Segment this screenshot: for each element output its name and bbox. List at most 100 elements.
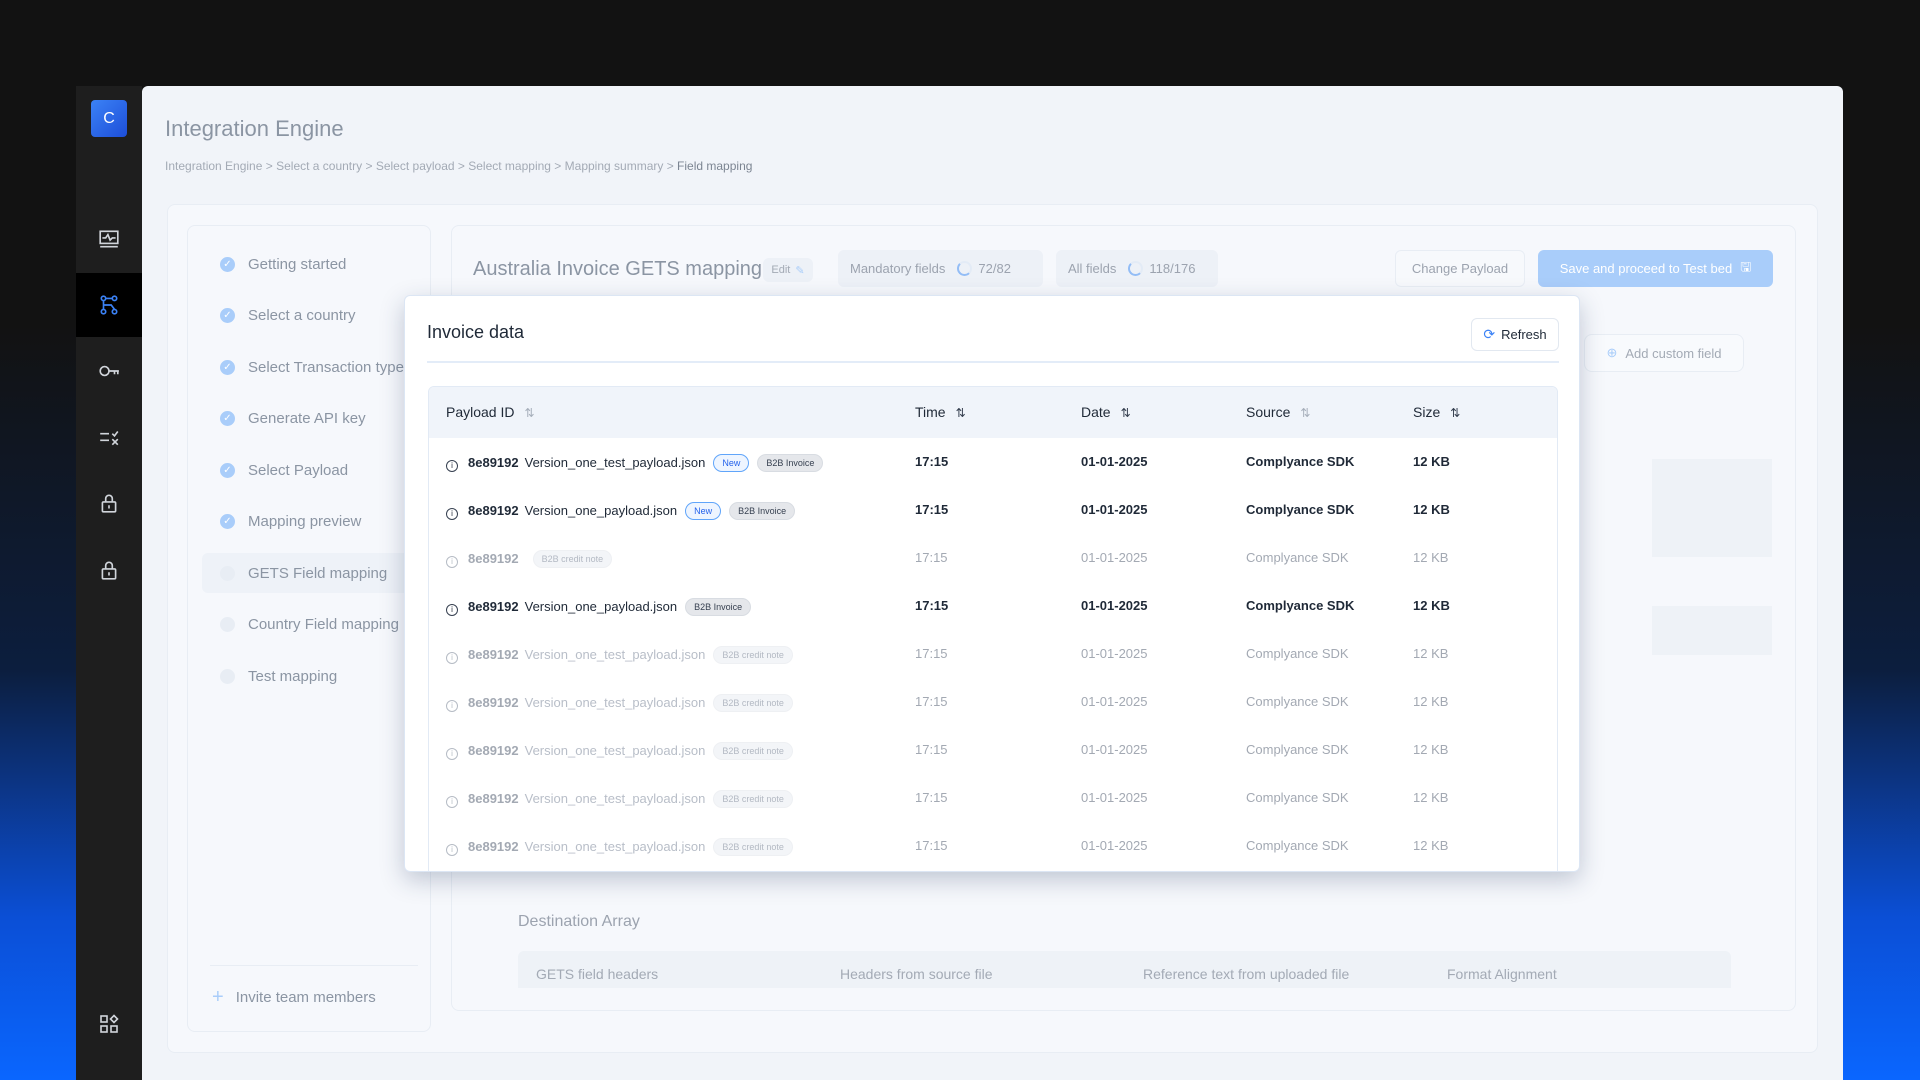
- source-cell: Complyance SDK: [1246, 502, 1355, 517]
- icon-rail: C: [76, 86, 142, 1080]
- tag-badge: New: [685, 502, 722, 520]
- add-custom-label: Add custom field: [1625, 345, 1722, 361]
- edit-label: Edit: [771, 264, 791, 276]
- all-value: 118/176: [1149, 261, 1196, 276]
- workflow-icon[interactable]: [76, 273, 142, 337]
- sort-icon[interactable]: ⇅: [1300, 406, 1310, 420]
- checklist-icon[interactable]: [76, 405, 142, 469]
- step-label: Getting started: [248, 255, 347, 273]
- info-icon[interactable]: i: [446, 700, 458, 712]
- size-cell: 12 KB: [1413, 598, 1450, 613]
- key-icon[interactable]: [76, 339, 142, 403]
- apps-grid-icon[interactable]: [76, 992, 142, 1056]
- destination-title: Destination Array: [518, 913, 640, 930]
- breadcrumb-item[interactable]: Mapping summary: [565, 159, 664, 173]
- breadcrumb-item[interactable]: Select payload: [376, 159, 455, 173]
- step-getting-started[interactable]: ✓ Getting started: [220, 244, 450, 284]
- tag-badge: B2B credit note: [532, 550, 613, 568]
- breadcrumb-item[interactable]: Integration Engine: [165, 159, 262, 173]
- col-date[interactable]: Date ⇅: [1081, 404, 1131, 420]
- add-custom-field-button[interactable]: ⊕ Add custom field: [1584, 334, 1744, 372]
- payload-name: Version_one_test_payload.json: [524, 455, 706, 470]
- dest-col: GETS field headers: [536, 966, 659, 982]
- sort-icon[interactable]: ⇅: [524, 406, 534, 420]
- date-cell: 01-01-2025: [1081, 454, 1148, 469]
- save-proceed-button[interactable]: Save and proceed to Test bed 🖫: [1538, 250, 1773, 287]
- col-source[interactable]: Source ⇅: [1246, 404, 1310, 420]
- table-header: Payload ID ⇅ Time ⇅ Date ⇅ Source ⇅ Size ⇅: [429, 387, 1557, 438]
- source-cell: Complyance SDK: [1246, 838, 1349, 853]
- info-icon[interactable]: i: [446, 460, 458, 472]
- lock-icon[interactable]: [76, 471, 142, 535]
- sort-icon[interactable]: ⇅: [1121, 406, 1131, 420]
- table-row[interactable]: i 8e89192 Version_one_payload.json New B2B I…: [429, 486, 1557, 534]
- breadcrumb-current: Field mapping: [677, 159, 753, 173]
- col-time[interactable]: Time ⇅: [915, 404, 966, 420]
- info-icon[interactable]: i: [446, 748, 458, 760]
- col-label: Time: [915, 404, 946, 420]
- breadcrumb-item[interactable]: Select a country: [276, 159, 362, 173]
- payload-cell: i 8e89192 Version_one_test_payload.json B2B…: [446, 838, 793, 856]
- tag-badge: B2B Invoice: [685, 598, 752, 616]
- empty-circle-icon: [220, 617, 235, 632]
- source-cell: Complyance SDK: [1246, 454, 1355, 469]
- breadcrumb-item[interactable]: Select mapping: [468, 159, 551, 173]
- breadcrumb: Integration Engine > Select a country > …: [165, 159, 753, 173]
- step-label: Mapping preview: [248, 513, 362, 530]
- table-row: i 8e89192 Version_one_test_payload.json B2B…: [429, 822, 1557, 870]
- payload-id: 8e89192: [468, 599, 519, 614]
- date-cell: 01-01-2025: [1081, 838, 1148, 853]
- source-cell: Complyance SDK: [1246, 790, 1349, 805]
- info-icon[interactable]: i: [446, 604, 458, 616]
- payload-name: Version_one_test_payload.json: [524, 791, 706, 806]
- info-icon[interactable]: i: [446, 556, 458, 568]
- invite-label: Invite team members: [235, 988, 376, 1006]
- dest-col: Format Alignment: [1447, 966, 1557, 982]
- payload-cell: i 8e89192 Version_one_test_payload.json B2B…: [446, 790, 793, 808]
- table-row: i 8e89192 Version_one_test_payload.json B2B…: [429, 630, 1557, 678]
- tag-badge: B2B credit note: [713, 646, 793, 664]
- info-icon[interactable]: i: [446, 796, 458, 808]
- app-logo[interactable]: C: [91, 100, 127, 137]
- payload-cell: i 8e89192 B2B credit note: [446, 550, 613, 568]
- info-icon[interactable]: i: [446, 508, 458, 520]
- payload-name: Version_one_test_payload.json: [524, 647, 706, 662]
- mandatory-value: 72/82: [978, 261, 1011, 276]
- refresh-label: Refresh: [1501, 327, 1547, 342]
- lock-icon[interactable]: [76, 538, 142, 602]
- table-row[interactable]: i 8e89192 Version_one_test_payload.json New…: [429, 438, 1557, 486]
- time-cell: 17:15: [915, 646, 948, 661]
- mandatory-label: Mandatory fields: [850, 261, 946, 276]
- plus-icon: +: [212, 985, 224, 1008]
- size-cell: 12 KB: [1413, 742, 1449, 757]
- col-size[interactable]: Size ⇅: [1413, 404, 1460, 420]
- sort-icon[interactable]: ⇅: [1450, 406, 1460, 420]
- edit-button[interactable]: Edit ✎: [763, 258, 813, 282]
- change-payload-button[interactable]: Change Payload: [1395, 250, 1525, 287]
- date-cell: 01-01-2025: [1081, 598, 1148, 613]
- time-cell: 17:15: [915, 598, 949, 613]
- activity-monitor-icon[interactable]: [76, 207, 142, 271]
- step-label: Generate API key: [248, 410, 366, 427]
- mapping-title: Australia Invoice GETS mapping: [473, 258, 763, 280]
- payload-id: 8e89192: [468, 647, 519, 662]
- table-row[interactable]: i 8e89192 Version_one_payload.json B2B Invo…: [429, 582, 1557, 630]
- tag-badge: B2B credit note: [713, 742, 793, 760]
- info-icon[interactable]: i: [446, 844, 458, 856]
- refresh-button[interactable]: ⟳ Refresh: [1471, 318, 1559, 351]
- col-payload-id[interactable]: Payload ID ⇅: [446, 404, 535, 420]
- time-cell: 17:15: [915, 502, 949, 517]
- info-icon[interactable]: i: [446, 652, 458, 664]
- empty-circle-icon: [220, 668, 235, 684]
- date-cell: 01-01-2025: [1081, 502, 1148, 517]
- tag-badge: B2B Invoice: [757, 454, 824, 472]
- payload-id: 8e89192: [468, 743, 519, 758]
- invoice-data-modal: Invoice data ⟳ Refresh Payload ID ⇅ Time ⇅ …: [404, 295, 1580, 872]
- sort-icon[interactable]: ⇅: [956, 406, 966, 420]
- progress-ring-icon: [1128, 261, 1144, 276]
- save-icon: 🖫: [1740, 258, 1752, 274]
- invite-team-button[interactable]: + Invite team members: [212, 977, 442, 1017]
- all-label: All fields: [1068, 261, 1117, 276]
- modal-title: Invoice data: [427, 322, 525, 342]
- payload-name: Version_one_test_payload.json: [524, 695, 706, 710]
